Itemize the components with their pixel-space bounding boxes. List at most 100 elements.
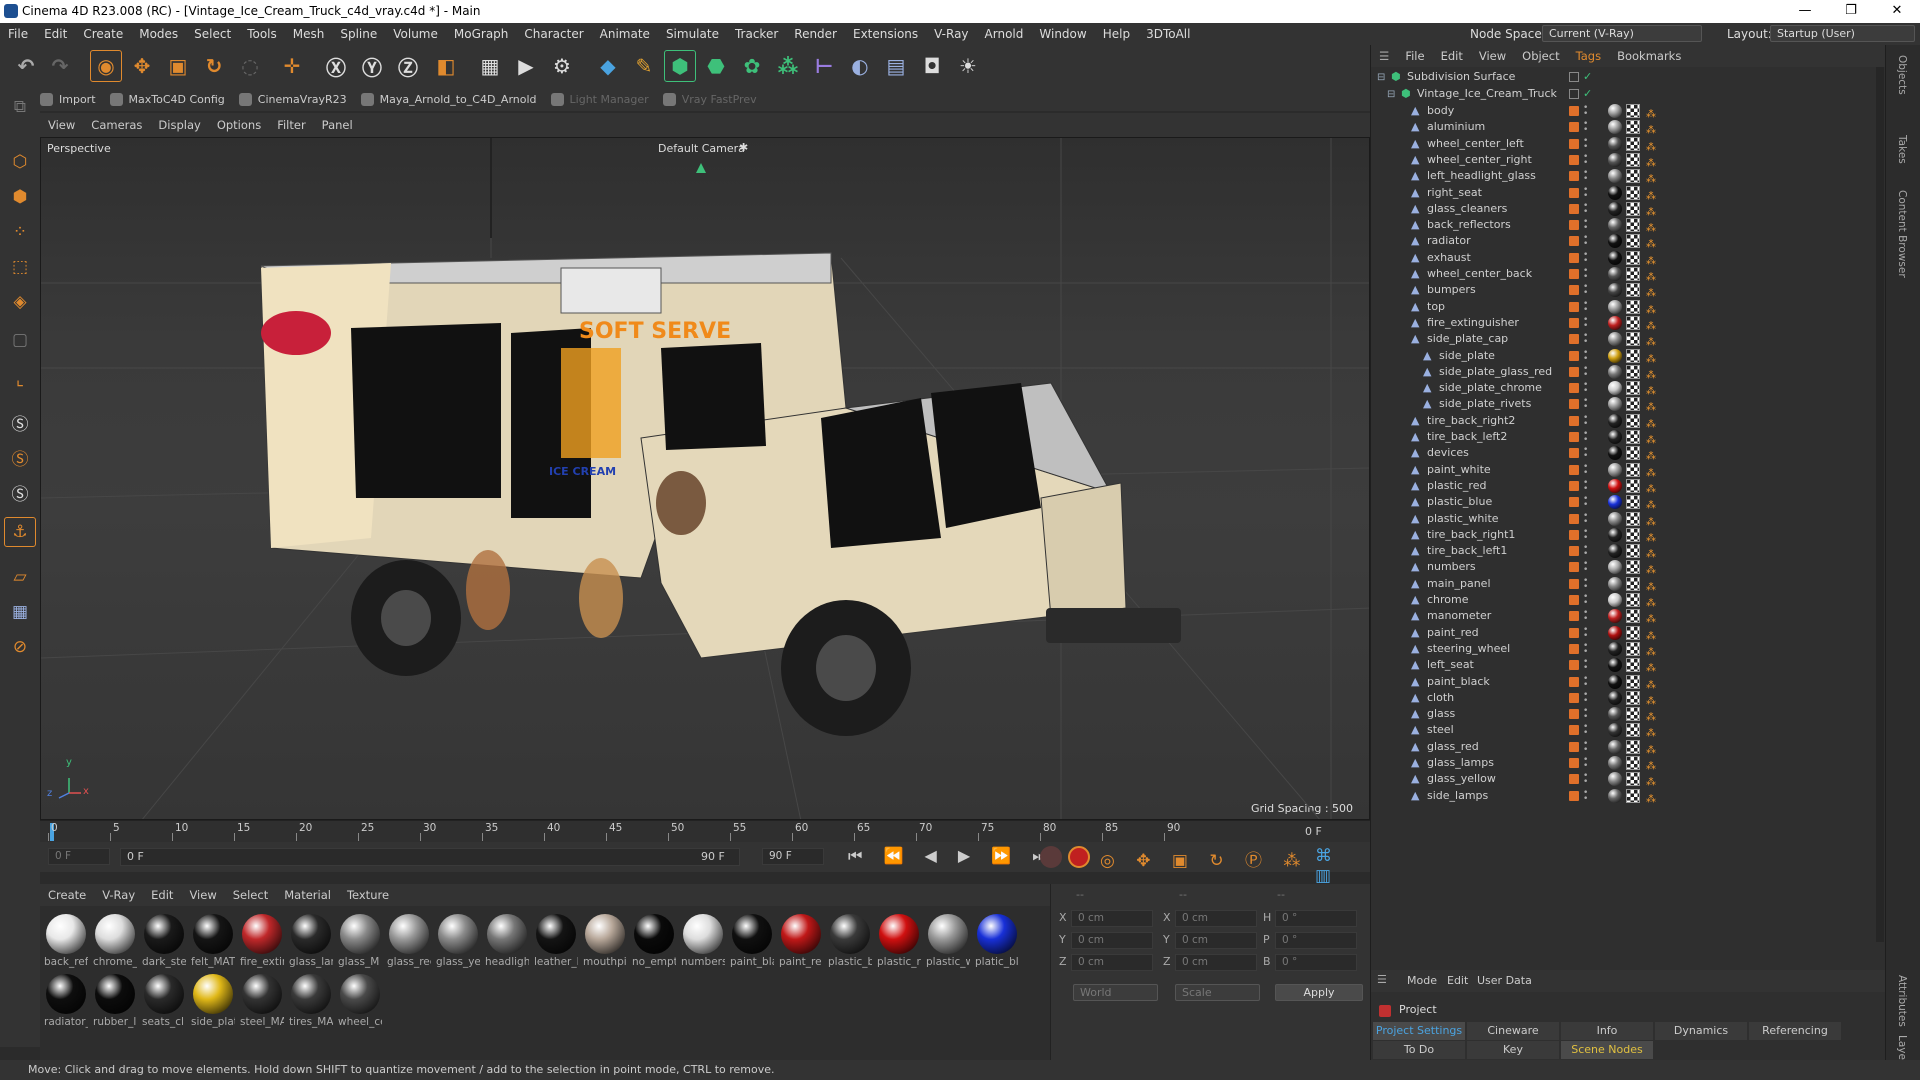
menu-tools[interactable]: Tools (239, 27, 285, 41)
coord-value-field[interactable]: 0 cm (1071, 910, 1153, 927)
visibility-dots-icon[interactable]: • • (1583, 625, 1588, 640)
uv-tag-icon[interactable] (1626, 234, 1640, 249)
record-icon[interactable] (1040, 846, 1062, 868)
plugin-0[interactable]: Import (40, 92, 96, 106)
uv-tag-icon[interactable] (1626, 185, 1640, 200)
coord-value-field[interactable]: 0 cm (1071, 954, 1153, 971)
object-scrollbar[interactable] (1876, 67, 1884, 942)
viewport[interactable]: Perspective Default Camera ✱ Grid Spacin… (40, 137, 1370, 820)
move-tool-icon[interactable]: ✥ (126, 50, 158, 82)
workplane-icon[interactable]: ▱ (4, 562, 36, 592)
object-menu-view[interactable]: View (1471, 49, 1514, 63)
material-tag-icon[interactable] (1608, 609, 1622, 624)
coordinate-system-icon[interactable]: ◧ (430, 50, 462, 82)
visibility-dots-icon[interactable]: • • (1583, 299, 1588, 314)
locked-workplane-icon[interactable]: ⊘ (4, 632, 36, 662)
pen-spline-icon[interactable]: ✎ (628, 50, 660, 82)
phong-tag-icon[interactable]: ⁂ (1646, 480, 1656, 495)
coord-value-field[interactable]: 0 cm (1175, 910, 1257, 927)
material-tag-icon[interactable] (1608, 739, 1622, 754)
phong-tag-icon[interactable]: ⁂ (1646, 513, 1656, 528)
layer-icon[interactable] (1569, 72, 1579, 82)
material-swatch[interactable]: seats_cl (142, 972, 186, 1032)
layer-color-icon[interactable] (1569, 154, 1579, 165)
uv-tag-icon[interactable] (1626, 430, 1640, 444)
material-tag-icon[interactable] (1608, 152, 1622, 167)
phong-tag-icon[interactable]: ⁂ (1646, 121, 1656, 136)
material-swatch[interactable]: felt_MAT (191, 912, 235, 972)
light-icon[interactable]: ☀ (952, 50, 984, 82)
uv-tag-icon[interactable] (1626, 723, 1640, 738)
menu-window[interactable]: Window (1031, 27, 1094, 41)
layer-color-icon[interactable] (1569, 269, 1579, 279)
visibility-dots-icon[interactable]: • • (1583, 478, 1588, 493)
uv-tag-icon[interactable] (1626, 674, 1640, 689)
material-swatch[interactable]: chrome_ (93, 912, 137, 972)
playback-controls[interactable]: ⏮ ⏪ ◀ ▶ ⏩ ⏭ (848, 846, 1055, 866)
visibility-dots-icon[interactable]: • • (1583, 462, 1588, 477)
apply-button[interactable]: Apply (1275, 984, 1363, 1001)
scale-tool-icon[interactable]: ▣ (162, 50, 194, 82)
layer-color-icon[interactable] (1569, 138, 1579, 149)
material-tag-icon[interactable] (1608, 462, 1622, 477)
material-tag-icon[interactable] (1608, 544, 1622, 559)
visibility-dots-icon[interactable]: • • (1583, 250, 1588, 265)
visibility-dots-icon[interactable]: • • (1583, 593, 1588, 608)
phong-tag-icon[interactable]: ⁂ (1646, 692, 1656, 707)
material-tag-icon[interactable] (1608, 707, 1622, 722)
menu-tracker[interactable]: Tracker (727, 27, 786, 41)
material-tag-icon[interactable] (1608, 478, 1622, 493)
menu-character[interactable]: Character (516, 27, 591, 41)
uv-tag-icon[interactable] (1626, 267, 1640, 281)
phong-tag-icon[interactable]: ⁂ (1646, 496, 1656, 511)
phong-tag-icon[interactable]: ⁂ (1646, 627, 1656, 642)
timeline-ruler[interactable]: 0 5 10 15 20 25 30 35 40 45 50 55 60 65 70 75 80 85 90 (40, 820, 1370, 842)
material-swatch[interactable]: glass_lar (289, 912, 333, 972)
visibility-dots-icon[interactable]: • • (1583, 560, 1588, 575)
material-menu-texture[interactable]: Texture (339, 888, 397, 902)
visibility-dots-icon[interactable]: • • (1583, 234, 1588, 249)
uv-mode-icon[interactable]: ▢ (4, 325, 36, 355)
layer-color-icon[interactable] (1569, 301, 1579, 312)
layer-color-icon[interactable] (1569, 741, 1579, 752)
uv-tag-icon[interactable] (1626, 381, 1640, 396)
autokey-icon[interactable] (1068, 846, 1090, 868)
phong-tag-icon[interactable]: ⁂ (1646, 708, 1656, 723)
phong-tag-icon[interactable]: ⁂ (1646, 724, 1656, 739)
material-tag-icon[interactable] (1608, 250, 1622, 265)
uv-tag-icon[interactable] (1626, 478, 1640, 493)
timeline-window-icons[interactable]: ⌘ ▥ (1315, 846, 1370, 886)
coord-value-field[interactable]: 0 cm (1175, 954, 1257, 971)
layer-color-icon[interactable] (1569, 513, 1579, 524)
layer-icon[interactable] (1569, 89, 1579, 99)
visibility-dots-icon[interactable]: • • (1583, 527, 1588, 542)
add-tool-icon[interactable]: ✛ (276, 50, 308, 82)
phong-tag-icon[interactable]: ⁂ (1646, 333, 1656, 348)
material-swatch[interactable]: platic_bl (975, 912, 1019, 972)
object-menu-tags[interactable]: Tags (1568, 49, 1609, 63)
visibility-dots-icon[interactable]: • • (1583, 267, 1588, 282)
layer-color-icon[interactable] (1569, 334, 1579, 345)
coord-value-field[interactable]: 0 ° (1275, 954, 1357, 971)
material-tag-icon[interactable] (1608, 381, 1622, 396)
viewport-menu-filter[interactable]: Filter (269, 118, 313, 132)
attr-tab[interactable]: Referencing (1749, 1022, 1841, 1040)
coord-value-field[interactable]: 0 cm (1175, 932, 1257, 949)
layer-color-icon[interactable] (1569, 692, 1579, 703)
layer-color-icon[interactable] (1569, 774, 1579, 785)
layer-color-icon[interactable] (1569, 350, 1579, 361)
visibility-dots-icon[interactable]: • • (1583, 544, 1588, 559)
uv-tag-icon[interactable] (1626, 201, 1640, 216)
material-menu-material[interactable]: Material (276, 888, 339, 902)
visibility-dots-icon[interactable]: • • (1583, 152, 1588, 167)
redo-icon[interactable]: ↷ (44, 50, 76, 82)
uv-tag-icon[interactable] (1626, 315, 1640, 330)
layer-color-icon[interactable] (1569, 383, 1579, 394)
material-swatch[interactable]: glass_ye (436, 912, 480, 972)
phong-tag-icon[interactable]: ⁂ (1646, 431, 1656, 446)
render-settings-icon[interactable]: ⚙ (546, 50, 578, 82)
material-tag-icon[interactable] (1608, 576, 1622, 591)
material-swatch[interactable]: leather_l (534, 912, 578, 972)
render-region-icon[interactable]: ▦ (474, 50, 506, 82)
right-strip-tab[interactable]: Objects (1896, 55, 1908, 95)
